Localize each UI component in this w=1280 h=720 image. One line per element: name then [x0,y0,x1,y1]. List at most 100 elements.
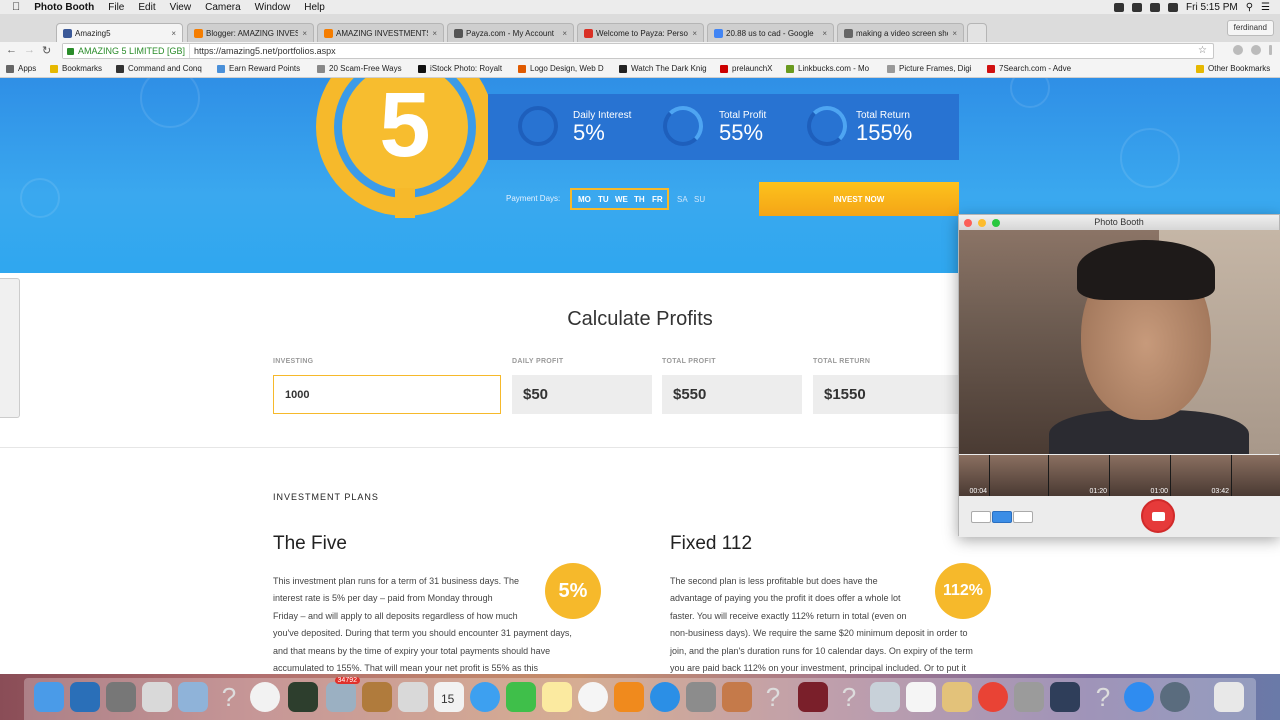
preview-icon[interactable] [178,682,208,712]
spotlight-icon[interactable]: ⚲ [1246,2,1253,13]
menubar-clock[interactable]: Fri 5:15 PM [1186,2,1238,13]
dock-app-icon[interactable] [942,682,972,712]
video-thumbnail[interactable]: 01:00 [1110,455,1170,496]
bookmark-item[interactable]: Logo Design, Web D [518,64,604,73]
notification-center-icon[interactable]: ☰ [1261,2,1270,13]
single-photo-mode-icon[interactable] [992,511,1012,523]
calculator-icon[interactable] [1014,682,1044,712]
menu-edit[interactable]: Edit [138,2,155,13]
forward-icon[interactable]: → [24,44,35,56]
bookmark-item[interactable]: Picture Frames, Digi [887,64,971,73]
messages-icon[interactable] [470,682,500,712]
itunes-icon[interactable] [250,682,280,712]
office-icon[interactable] [142,682,172,712]
url-text[interactable]: https://amazing5.net/portfolios.aspx [190,46,336,56]
video-thumbnail[interactable]: 00:04 [959,455,989,496]
unknown-app-icon[interactable]: ? [758,682,788,712]
menu-app-name[interactable]: Photo Booth [34,2,94,13]
unknown-app-icon[interactable]: ? [1088,682,1118,712]
dock-app-icon[interactable] [870,682,900,712]
tab-blogger[interactable]: Blogger: AMAZING INVEST × [187,23,314,42]
bookmark-item[interactable]: Command and Conq [116,64,202,73]
safari-icon[interactable] [1124,682,1154,712]
ev-certificate-badge[interactable]: AMAZING 5 LIMITED [GB] [63,44,191,58]
shutter-button[interactable] [1141,499,1175,533]
tab-amazing-investments[interactable]: AMAZING INVESTMENTS × [317,23,444,42]
photo-booth-icon[interactable] [798,682,828,712]
display-icon[interactable] [1050,682,1080,712]
close-tab-icon[interactable]: × [692,29,697,38]
finder-icon[interactable] [34,682,64,712]
zoom-window-icon[interactable] [992,219,1000,227]
photo-booth-window[interactable]: Photo Booth 00:04 01:20 01:00 03:42 [958,214,1280,537]
menu-file[interactable]: File [108,2,124,13]
video-thumbnail[interactable]: 03:42 [1171,455,1231,496]
system-preferences-icon[interactable] [686,682,716,712]
profile-button[interactable]: ferdinand [1226,20,1274,36]
bookmark-item[interactable]: Earn Reward Points [217,64,300,73]
trash-icon[interactable] [1214,682,1244,712]
ibooks-icon[interactable] [614,682,644,712]
apple-menu-icon[interactable]:  [12,1,20,13]
four-up-mode-icon[interactable] [971,511,991,523]
battery-icon[interactable] [1168,2,1179,12]
back-icon[interactable]: ← [6,44,17,56]
close-window-icon[interactable] [964,219,972,227]
video-mode-icon[interactable] [1013,511,1033,523]
menu-camera[interactable]: Camera [205,2,241,13]
dock-app-icon[interactable] [398,682,428,712]
bookmark-apps[interactable]: Apps [6,64,36,73]
menu-icon[interactable] [1269,45,1272,55]
status-icon[interactable] [1114,2,1125,12]
photo-booth-titlebar[interactable]: Photo Booth [959,215,1279,230]
extension-icon[interactable] [1251,45,1261,55]
close-tab-icon[interactable]: × [822,29,827,38]
close-tab-icon[interactable]: × [302,29,307,38]
video-thumbnail[interactable] [990,455,1048,496]
mail-stamp-icon[interactable]: 34792 [326,677,360,712]
dock-app-icon[interactable] [362,682,392,712]
close-tab-icon[interactable]: × [952,29,957,38]
tab-video-screenshot[interactable]: making a video screen sho × [837,23,964,42]
video-thumbnail[interactable] [1232,455,1280,496]
quicktime-icon[interactable] [1160,682,1190,712]
close-tab-icon[interactable]: × [562,29,567,38]
dock-app-icon[interactable] [722,682,752,712]
minimize-window-icon[interactable] [978,219,986,227]
unknown-app-icon[interactable]: ? [214,682,244,712]
bookmark-item[interactable]: 7Search.com - Adve [987,64,1071,73]
bookmark-item[interactable]: Bookmarks [50,64,102,73]
notes-icon[interactable] [542,682,572,712]
dock-app-icon[interactable] [288,682,318,712]
app-store-icon[interactable] [650,682,680,712]
bookmark-star-icon[interactable]: ☆ [1198,45,1207,56]
calendar-icon[interactable]: 15 [434,682,464,712]
tab-gmail-payza[interactable]: Welcome to Payza: Person × [577,23,704,42]
tab-payza-account[interactable]: Payza.com - My Account × [447,23,574,42]
bookmark-item[interactable]: Watch The Dark Knig [619,64,707,73]
extension-icon[interactable] [1233,45,1243,55]
reload-icon[interactable]: ↻ [42,44,51,57]
textedit-icon[interactable] [906,682,936,712]
other-bookmarks[interactable]: Other Bookmarks [1196,64,1270,73]
amazing5-logo[interactable]: 5 [316,78,494,218]
wifi-icon[interactable] [1150,2,1161,12]
status-icon[interactable] [1132,2,1143,12]
bookmark-item[interactable]: 20 Scam-Free Ways [317,64,402,73]
tab-google-search[interactable]: 20.88 us to cad - Google × [707,23,834,42]
offscreen-window-edge[interactable] [0,278,20,418]
menu-help[interactable]: Help [304,2,325,13]
bookmark-item[interactable]: iStock Photo: Royalt [418,64,502,73]
menu-view[interactable]: View [170,2,192,13]
facetime-icon[interactable] [506,682,536,712]
close-tab-icon[interactable]: × [171,29,176,38]
address-bar[interactable]: AMAZING 5 LIMITED [GB] https://amazing5.… [62,43,1214,59]
bookmark-item[interactable]: Linkbucks.com - Mo [786,64,869,73]
bookmark-item[interactable]: prelaunchX [720,64,772,73]
menu-window[interactable]: Window [255,2,291,13]
dock-app-icon[interactable] [70,682,100,712]
invest-now-button[interactable]: INVEST NOW [759,182,959,216]
video-thumbnail[interactable]: 01:20 [1049,455,1109,496]
tab-amazing5[interactable]: Amazing5 × [56,23,183,42]
chrome-icon[interactable] [978,682,1008,712]
